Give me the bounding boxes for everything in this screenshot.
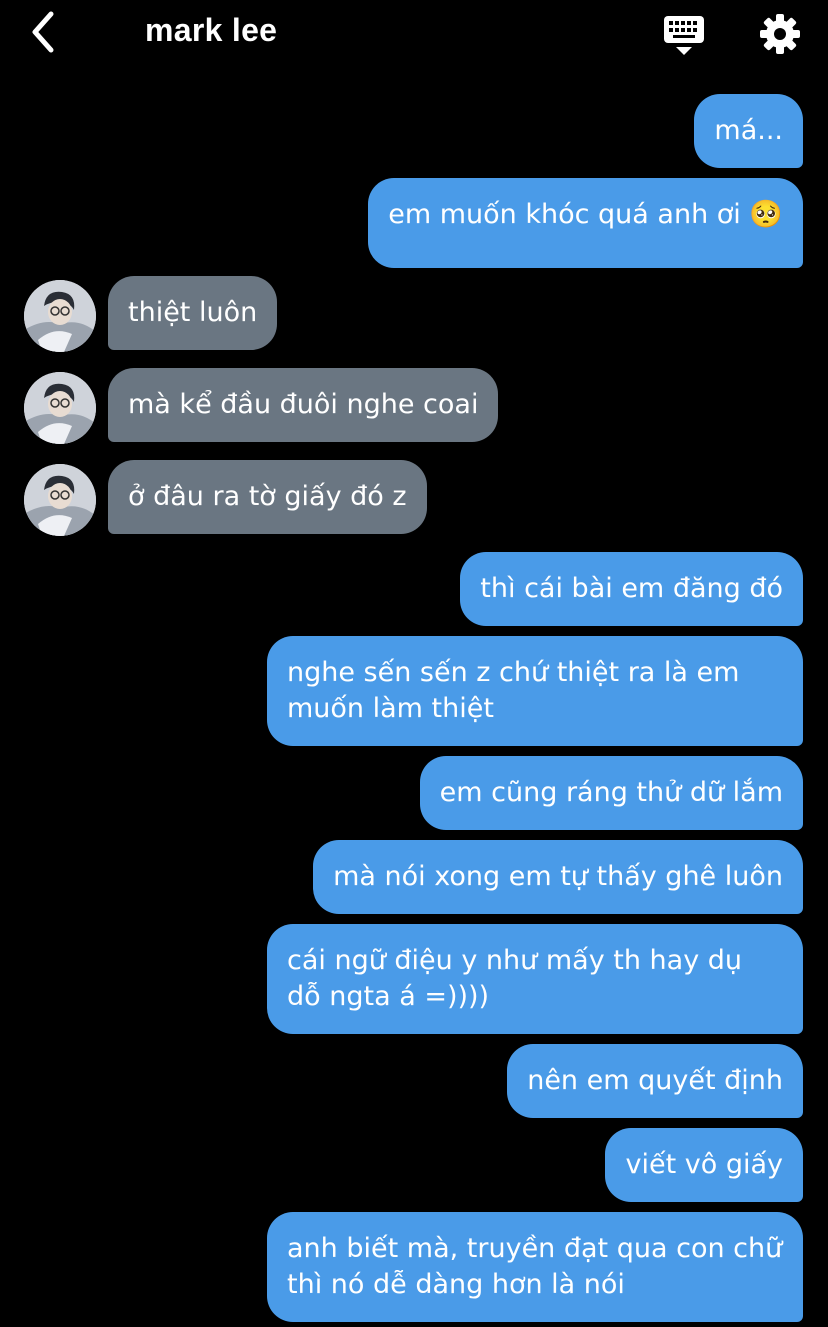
message-outgoing[interactable]: nghe sến sến z chứ thiệt ra là em muốn l…: [267, 636, 803, 746]
message-outgoing[interactable]: nên em quyết định: [507, 1044, 803, 1118]
settings-button[interactable]: [756, 10, 804, 58]
message-outgoing[interactable]: anh biết mà, truyền đạt qua con chữ thì …: [267, 1212, 803, 1322]
keyboard-icon: [664, 16, 704, 55]
gear-icon: [760, 14, 800, 54]
message-incoming[interactable]: mà kể đầu đuôi nghe coai: [108, 368, 499, 442]
avatar-image: [24, 372, 96, 444]
avatar[interactable]: [24, 372, 96, 444]
chevron-left-icon: [32, 11, 54, 53]
keyboard-button[interactable]: [660, 12, 708, 58]
message-incoming[interactable]: ở đâu ra tờ giấy đó z: [108, 460, 427, 534]
avatar[interactable]: [24, 464, 96, 536]
avatar[interactable]: [24, 280, 96, 352]
message-outgoing[interactable]: em muốn khóc quá anh ơi 🥺: [368, 178, 803, 268]
message-outgoing[interactable]: thì cái bài em đăng đó: [460, 552, 803, 626]
message-outgoing[interactable]: má...: [694, 94, 803, 168]
message-outgoing[interactable]: mà nói xong em tự thấy ghê luôn: [313, 840, 803, 914]
message-incoming[interactable]: thiệt luôn: [108, 276, 278, 350]
chat-title: mark lee: [145, 12, 278, 48]
chat-header: mark lee: [0, 0, 828, 70]
message-outgoing[interactable]: viết vô giấy: [605, 1128, 803, 1202]
avatar-image: [24, 464, 96, 536]
avatar-image: [24, 280, 96, 352]
message-outgoing[interactable]: cái ngữ điệu y như mấy th hay dụ dỗ ngta…: [267, 924, 803, 1034]
message-outgoing[interactable]: em cũng ráng thử dữ lắm: [419, 756, 803, 830]
back-button[interactable]: [22, 10, 66, 54]
